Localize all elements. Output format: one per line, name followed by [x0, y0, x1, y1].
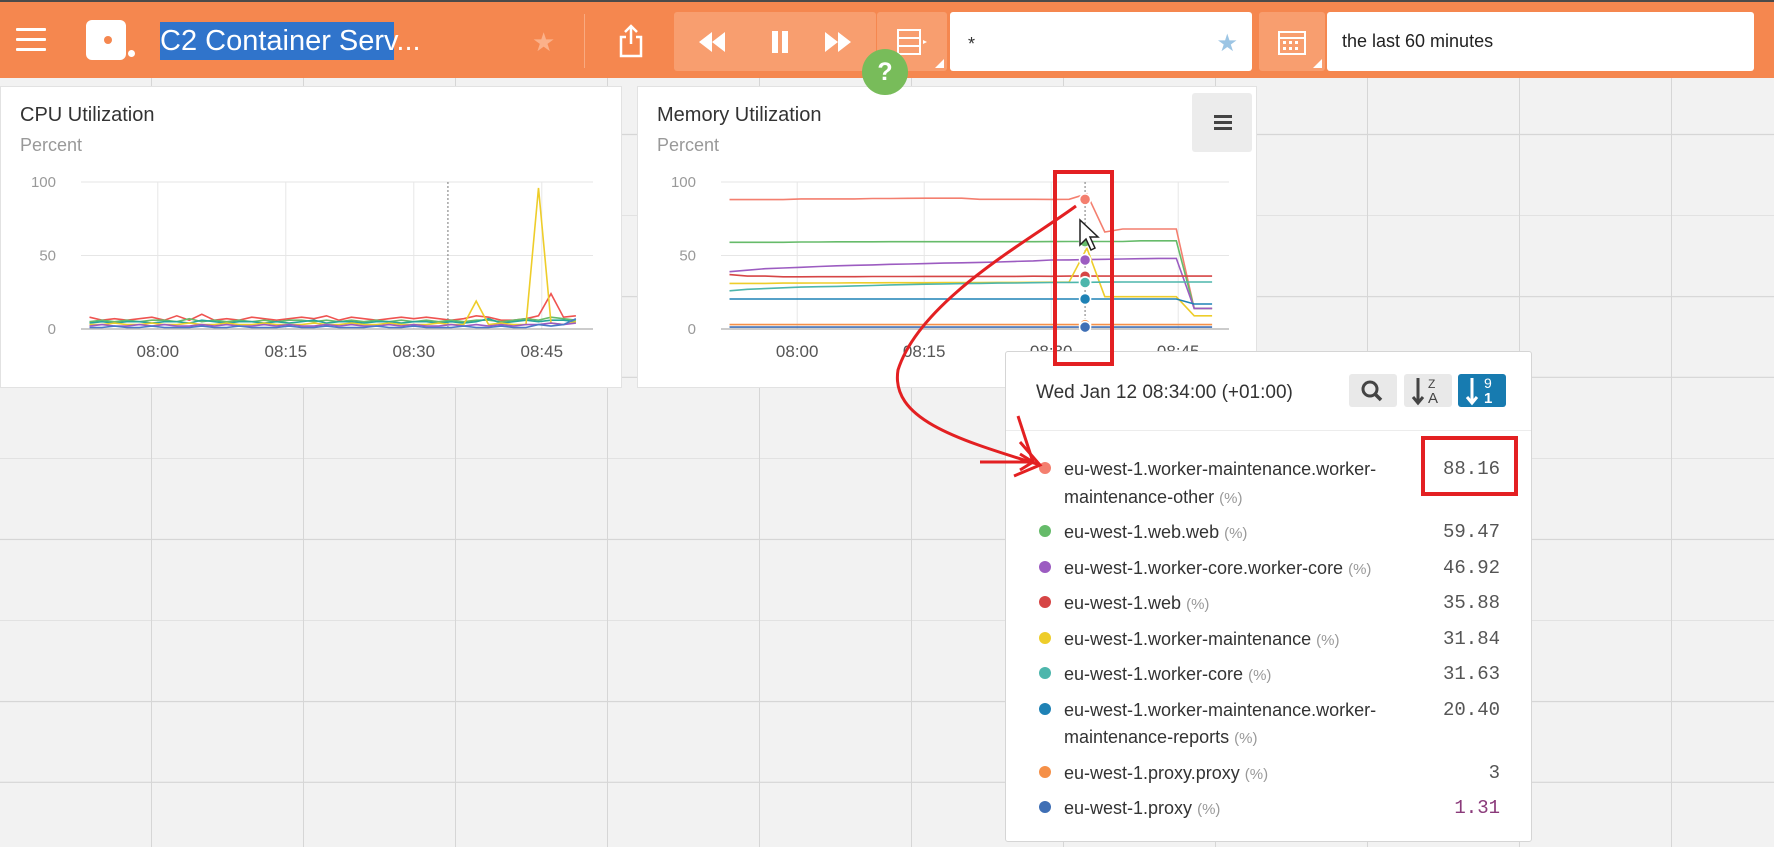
- chart-tooltip: Wed Jan 12 08:34:00 (+01:00) Z A 9 1 eu-…: [1005, 351, 1532, 842]
- sort-alpha-top-label: Z: [1428, 377, 1435, 391]
- hamburger-menu-icon[interactable]: [16, 28, 46, 52]
- tooltip-series-item[interactable]: eu-west-1.web (%) 35.88: [1026, 590, 1516, 619]
- series-value: 88.16: [1442, 458, 1500, 480]
- series-label: eu-west-1.web (%): [1064, 593, 1210, 613]
- y-tick-label: 0: [688, 321, 696, 338]
- series-value: 46.92: [1442, 556, 1500, 579]
- cpu-utilization-chart[interactable]: 100 50 0 08:00 08:15 08:30 08:45: [1, 87, 623, 387]
- x-tick-label: 08:15: [903, 342, 946, 361]
- series-color-dot: [1039, 702, 1051, 715]
- sort-alpha-button[interactable]: Z A: [1404, 374, 1452, 407]
- tooltip-series-item[interactable]: eu-west-1.proxy.proxy (%) 3: [1026, 760, 1516, 789]
- hover-point-5: [1078, 276, 1092, 289]
- tooltip-series-item[interactable]: eu-west-1.worker-core.worker-core (%) 46…: [1026, 555, 1516, 584]
- hover-point-1: [1078, 235, 1092, 248]
- series-value: 59.47: [1442, 521, 1500, 543]
- pause-icon: [772, 30, 788, 53]
- series-label: eu-west-1.proxy (%): [1064, 798, 1221, 818]
- tooltip-date: Wed Jan 12 08:34:00 (+01:00): [1036, 382, 1293, 403]
- cpu-utilization-panel: CPU Utilization Percent 100 50 0 08:00 08:15…: [0, 86, 622, 388]
- dashboard-title[interactable]: C2 Container Serv...: [160, 22, 421, 60]
- series-label: eu-west-1.worker-maintenance.worker-main…: [1064, 459, 1377, 507]
- x-tick-label: 08:00: [776, 342, 819, 361]
- x-tick-label: 08:45: [521, 342, 564, 361]
- series-value: 35.88: [1442, 592, 1500, 614]
- filter-query-input[interactable]: * ★: [950, 12, 1252, 71]
- series-line-3: [729, 273, 1213, 278]
- series-color-dot: [1039, 765, 1051, 778]
- tooltip-series-item[interactable]: eu-west-1.proxy (%) 1.31: [1026, 795, 1516, 824]
- share-icon[interactable]: [618, 24, 644, 58]
- series-value: 31.63: [1442, 663, 1500, 685]
- tooltip-series-item[interactable]: eu-west-1.worker-maintenance (%) 31.84: [1026, 626, 1516, 655]
- series-line-6: [729, 298, 1213, 305]
- series-label: eu-west-1.web.web (%): [1064, 522, 1248, 542]
- calendar-dropdown-indicator: [1313, 59, 1322, 68]
- series-color-dot: [1039, 631, 1051, 644]
- hover-point-6: [1078, 292, 1092, 306]
- time-range-text: the last 60 minutes: [1342, 31, 1494, 51]
- sort-numeric-desc-icon: 9 1: [1465, 375, 1492, 407]
- series-line-3: [89, 187, 577, 326]
- y-tick-label: 0: [48, 321, 56, 338]
- series-value: 20.40: [1442, 698, 1500, 721]
- sort-alpha-bottom-label: A: [1428, 390, 1438, 407]
- tooltip-series-list: eu-west-1.worker-maintenance.worker-main…: [1026, 456, 1516, 831]
- filter-query-text: *: [968, 34, 976, 54]
- tooltip-search-button[interactable]: [1349, 374, 1397, 407]
- memory-utilization-chart[interactable]: 10050008:0008:1508:3008:45: [638, 87, 1258, 387]
- series-color-dot: [1039, 801, 1051, 813]
- series-label: eu-west-1.worker-maintenance.worker-main…: [1064, 699, 1377, 748]
- time-range-input[interactable]: the last 60 minutes: [1327, 12, 1754, 71]
- x-tick-label: 08:15: [265, 342, 308, 361]
- series-label: eu-west-1.worker-core.worker-core (%): [1064, 557, 1372, 578]
- tooltip-series-item[interactable]: eu-west-1.worker-maintenance.worker-main…: [1026, 697, 1516, 753]
- tooltip-series-item[interactable]: eu-west-1.web.web (%) 59.47: [1026, 519, 1516, 548]
- search-icon: [1361, 380, 1383, 402]
- y-tick-label: 50: [39, 248, 56, 265]
- series-color-dot: [1039, 667, 1051, 679]
- y-tick-label: 50: [679, 248, 696, 265]
- calendar-icon: [1278, 30, 1306, 55]
- series-label: eu-west-1.proxy.proxy (%): [1064, 762, 1269, 783]
- tooltip-series-item[interactable]: eu-west-1.worker-maintenance.worker-main…: [1026, 456, 1516, 512]
- memory-utilization-panel: Memory Utilization Percent 100 50 0 08:00 08…: [637, 86, 1257, 388]
- series-color-dot: [1039, 560, 1051, 573]
- series-label: eu-west-1.worker-maintenance (%): [1064, 628, 1340, 649]
- tooltip-divider: [1006, 430, 1531, 431]
- series-color-dot: [1039, 525, 1051, 537]
- logo-dot: [128, 50, 135, 57]
- series-line-0: [89, 292, 576, 322]
- series-label: eu-west-1.worker-core (%): [1064, 664, 1272, 684]
- filter-dropdown-indicator: [935, 59, 944, 68]
- hover-point-2: [1078, 253, 1092, 267]
- help-button[interactable]: ?: [862, 49, 908, 95]
- filter-star-icon[interactable]: ★: [1216, 29, 1238, 58]
- y-tick-label: 100: [671, 174, 696, 191]
- series-value: 1.31: [1454, 797, 1500, 819]
- filter-panel-icon: [897, 28, 927, 55]
- sort-numeric-bottom-label: 1: [1484, 390, 1492, 407]
- tooltip-series-item[interactable]: eu-west-1.worker-core (%) 31.63: [1026, 661, 1516, 690]
- series-value: 31.84: [1442, 627, 1500, 650]
- y-tick-label: 100: [31, 174, 56, 191]
- hover-point-8: [1078, 320, 1092, 334]
- calendar-button[interactable]: [1259, 12, 1325, 71]
- rewind-icon: [699, 31, 725, 52]
- toolbar-divider: [584, 14, 585, 68]
- sort-alpha-desc-icon: Z A: [1411, 377, 1438, 407]
- x-tick-label: 08:30: [393, 342, 436, 361]
- x-tick-label: 08:00: [137, 342, 180, 361]
- sort-numeric-top-label: 9: [1484, 375, 1492, 391]
- series-color-dot: [1039, 462, 1051, 474]
- series-value: 3: [1488, 761, 1500, 784]
- series-color-dot: [1039, 596, 1051, 608]
- favorite-star-icon[interactable]: ★: [532, 27, 555, 58]
- hover-point-0: [1078, 193, 1092, 206]
- rewind-button[interactable]: [674, 12, 750, 71]
- sort-numeric-button[interactable]: 9 1: [1458, 374, 1506, 407]
- series-line-0: [729, 192, 1213, 310]
- app-logo-icon[interactable]: [86, 20, 126, 60]
- fast-forward-icon: [825, 31, 851, 52]
